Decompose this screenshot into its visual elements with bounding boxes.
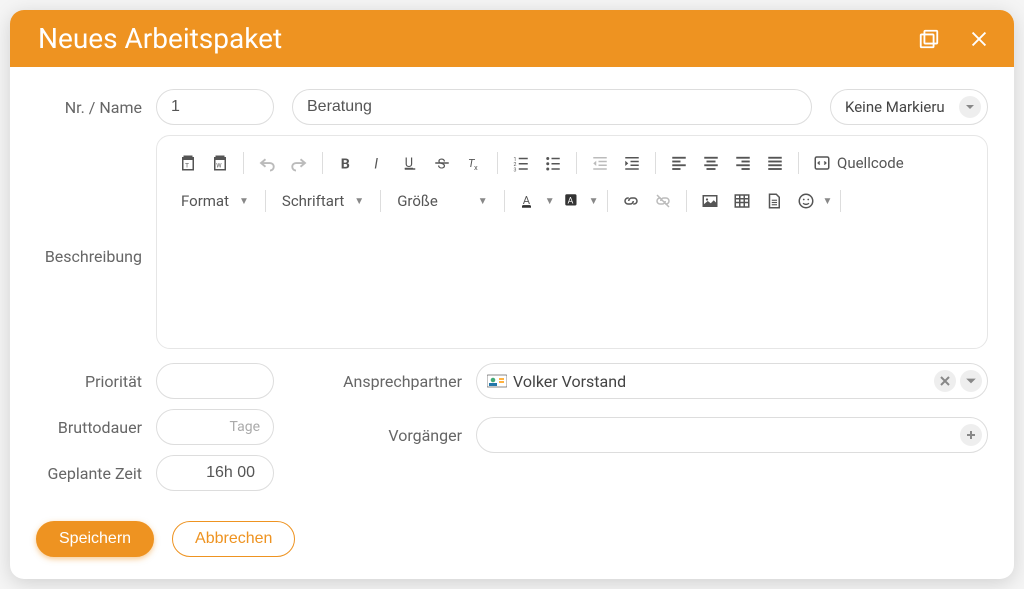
- unlink-icon[interactable]: [648, 186, 678, 216]
- editor-toolbar-row2: Format▼ Schriftart▼ Größe▼ A ▼ A ▼: [167, 182, 977, 220]
- svg-text:x: x: [474, 163, 478, 172]
- redo-icon[interactable]: [284, 148, 314, 178]
- close-icon[interactable]: [968, 28, 990, 50]
- nr-input[interactable]: [156, 89, 274, 125]
- strikethrough-icon[interactable]: S: [427, 148, 457, 178]
- svg-text:S: S: [438, 156, 446, 172]
- align-left-icon[interactable]: [664, 148, 694, 178]
- duration-unit: Tage: [230, 419, 260, 435]
- table-icon[interactable]: [727, 186, 757, 216]
- priority-input[interactable]: [156, 363, 274, 399]
- align-justify-icon[interactable]: [760, 148, 790, 178]
- svg-text:A: A: [567, 196, 573, 206]
- name-input[interactable]: [292, 89, 812, 125]
- editor-toolbar-row1: T W B I U S Tx 123: [167, 144, 977, 182]
- label-planned-time: Geplante Zeit: [36, 464, 156, 483]
- svg-text:W: W: [216, 163, 222, 170]
- chevron-down-icon: [959, 96, 981, 118]
- add-predecessor-icon[interactable]: [960, 424, 982, 446]
- svg-text:3: 3: [514, 167, 517, 172]
- format-dropdown[interactable]: Format▼: [173, 189, 257, 213]
- dialog: Neues Arbeitspaket Nr. / Name Keine Mark…: [10, 10, 1014, 579]
- editor-content[interactable]: [167, 220, 977, 340]
- align-center-icon[interactable]: [696, 148, 726, 178]
- contact-name: Volker Vorstand: [513, 372, 930, 391]
- emoji-arrow[interactable]: ▼: [823, 196, 833, 207]
- document-icon[interactable]: [759, 186, 789, 216]
- emoji-icon[interactable]: [791, 186, 821, 216]
- marking-value: Keine Markieru: [845, 98, 953, 116]
- bullet-list-icon[interactable]: [538, 148, 568, 178]
- label-description: Beschreibung: [36, 135, 156, 266]
- dialog-footer: Speichern Abbrechen: [10, 511, 1014, 579]
- numbered-list-icon[interactable]: 123: [506, 148, 536, 178]
- svg-text:B: B: [341, 156, 350, 172]
- label-gross-duration: Bruttodauer: [36, 418, 156, 437]
- save-button[interactable]: Speichern: [36, 521, 154, 557]
- rich-text-editor: T W B I U S Tx 123: [156, 135, 988, 349]
- bold-icon[interactable]: B: [331, 148, 361, 178]
- size-dropdown[interactable]: Größe▼: [389, 189, 496, 213]
- font-dropdown[interactable]: Schriftart▼: [274, 189, 372, 213]
- undo-icon[interactable]: [252, 148, 282, 178]
- text-color-icon[interactable]: A: [513, 186, 543, 216]
- outdent-icon[interactable]: [585, 148, 615, 178]
- predecessor-field[interactable]: [476, 417, 988, 453]
- dialog-header: Neues Arbeitspaket: [10, 10, 1014, 67]
- svg-text:T: T: [185, 162, 189, 170]
- link-icon[interactable]: [616, 186, 646, 216]
- label-contact: Ansprechpartner: [336, 372, 476, 391]
- indent-icon[interactable]: [617, 148, 647, 178]
- label-nr-name: Nr. / Name: [36, 98, 156, 117]
- bg-color-icon[interactable]: A: [557, 186, 587, 216]
- person-card-icon: [487, 373, 507, 389]
- sourcecode-button[interactable]: Quellcode: [807, 151, 910, 175]
- contact-dropdown-icon[interactable]: [960, 370, 982, 392]
- cancel-button[interactable]: Abbrechen: [172, 521, 295, 557]
- label-predecessor: Vorgänger: [336, 426, 476, 445]
- clear-contact-icon[interactable]: [934, 370, 956, 392]
- italic-icon[interactable]: I: [363, 148, 393, 178]
- svg-text:I: I: [374, 156, 378, 172]
- remove-format-icon[interactable]: Tx: [459, 148, 489, 178]
- image-icon[interactable]: [695, 186, 725, 216]
- paste-word-icon[interactable]: W: [205, 148, 235, 178]
- label-priority: Priorität: [36, 372, 156, 391]
- bg-color-arrow[interactable]: ▼: [589, 196, 599, 207]
- svg-text:A: A: [522, 194, 530, 207]
- marking-select[interactable]: Keine Markieru: [830, 89, 988, 125]
- maximize-icon[interactable]: [918, 28, 940, 50]
- align-right-icon[interactable]: [728, 148, 758, 178]
- contact-field[interactable]: Volker Vorstand: [476, 363, 988, 399]
- dialog-title: Neues Arbeitspaket: [38, 22, 282, 55]
- planned-time-input[interactable]: [156, 455, 274, 491]
- paste-text-icon[interactable]: T: [173, 148, 203, 178]
- underline-icon[interactable]: U: [395, 148, 425, 178]
- text-color-arrow[interactable]: ▼: [545, 196, 555, 207]
